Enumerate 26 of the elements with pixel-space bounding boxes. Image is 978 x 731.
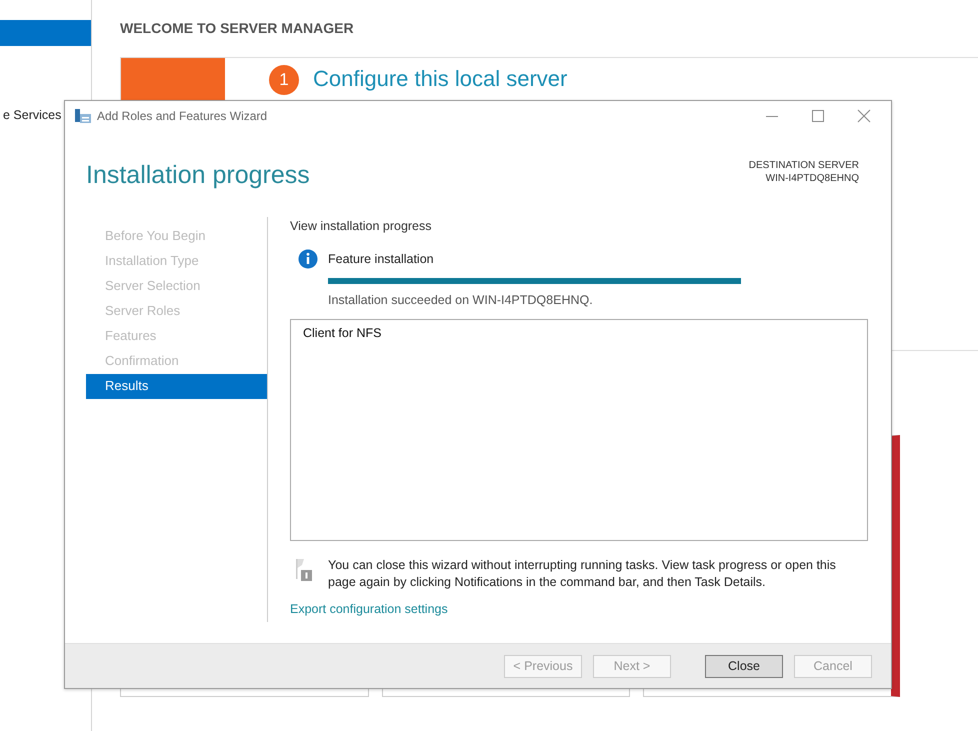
task-label: Feature installation <box>328 252 434 266</box>
server-name: WIN-I4PTDQ8EHNQ <box>764 172 859 185</box>
flag-icon <box>294 557 314 581</box>
step-number: 1 <box>269 65 299 95</box>
wizard-step[interactable]: Installation Type <box>86 249 267 274</box>
wizard-step[interactable]: Server Selection <box>86 274 267 299</box>
wizard-step[interactable]: Results <box>86 374 267 399</box>
close-icon[interactable] <box>857 109 871 123</box>
note-text: You can close this wizard without interrupting running tasks. View task progress or open this page again by clicking Notifications in the command bar, and then Task Details. <box>328 557 837 591</box>
wizard-step[interactable]: Before You Begin <box>86 224 267 249</box>
wizard-button[interactable]: Close <box>705 654 783 678</box>
status-text: Installation succeeded on WIN-I4PTDQ8EHNQ. <box>328 293 594 307</box>
wizard-step[interactable]: Features <box>86 324 267 349</box>
wizard-step[interactable]: Confirmation <box>86 349 267 374</box>
server-icon <box>74 108 92 124</box>
export-link[interactable]: Export configuration settings <box>290 602 448 616</box>
step-heading[interactable]: Configure this local server <box>313 66 568 92</box>
maximize-icon[interactable] <box>811 109 825 123</box>
wizard-step[interactable]: Server Roles <box>86 299 267 324</box>
window-title: Add Roles and Features Wizard <box>97 109 268 123</box>
result-item: Client for NFS <box>303 326 382 340</box>
destination-label: DESTINATION SERVER <box>748 159 859 172</box>
section-label: View installation progress <box>290 219 433 233</box>
page-title: WELCOME TO SERVER MANAGER <box>120 20 355 38</box>
page-heading: Installation progress <box>86 161 310 191</box>
info-icon <box>298 249 318 269</box>
